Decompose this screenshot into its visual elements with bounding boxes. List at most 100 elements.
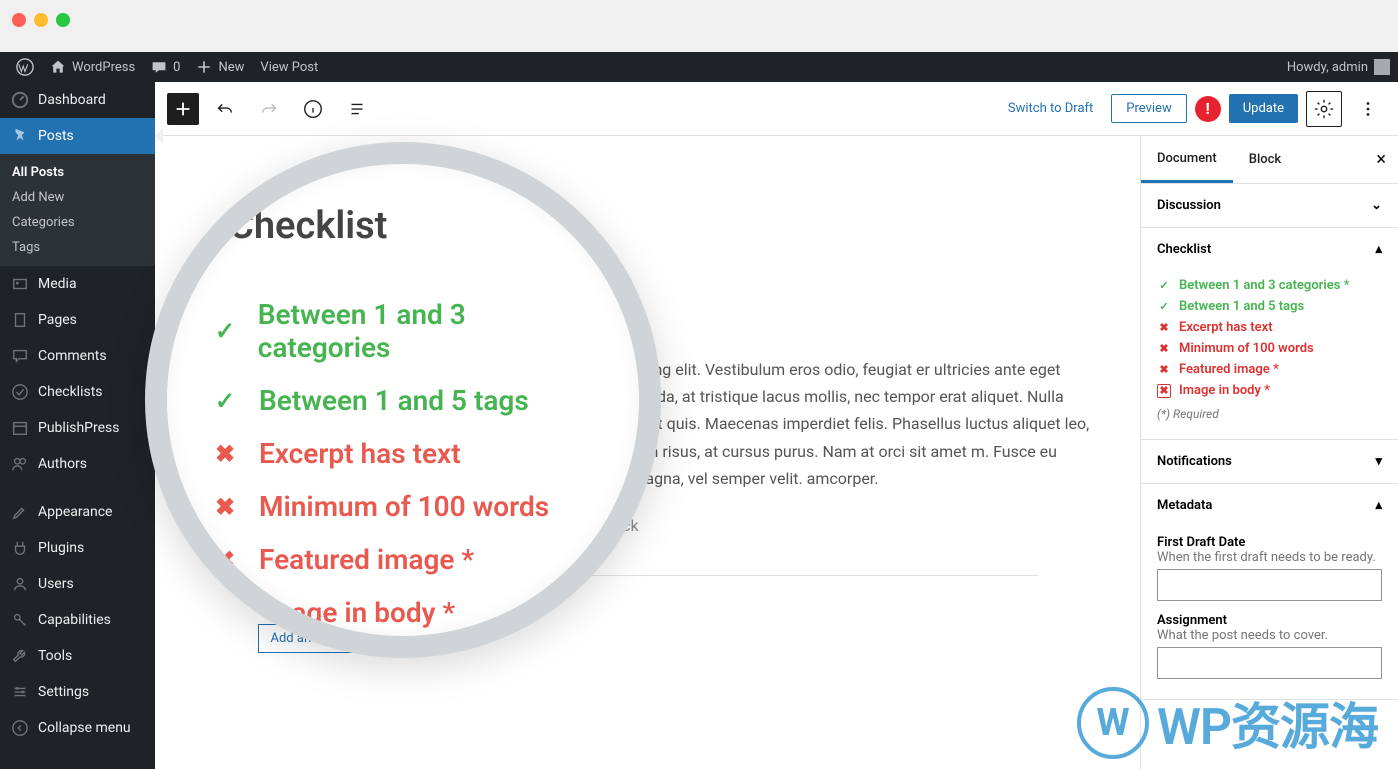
cross-icon: ✖: [215, 440, 245, 468]
sidebar-posts[interactable]: Posts: [0, 118, 155, 154]
user-icon: [10, 574, 30, 594]
checklist-item: ✓Between 1 and 3 categories *: [1157, 275, 1382, 296]
pin-icon: [10, 126, 30, 146]
sidebar-checklists[interactable]: Checklists: [0, 374, 155, 410]
submenu-add-new[interactable]: Add New: [0, 185, 155, 210]
first-draft-date-input[interactable]: [1157, 569, 1382, 601]
checklist-item-label: Minimum of 100 words: [1179, 341, 1314, 356]
checklist-item: ✖Image in body *: [1157, 380, 1382, 401]
sidebar-comments[interactable]: Comments: [0, 338, 155, 374]
checklist-alert-badge[interactable]: !: [1195, 96, 1221, 122]
submenu-tags[interactable]: Tags: [0, 235, 155, 260]
minimize-window[interactable]: [34, 13, 48, 27]
comments-icon: [10, 346, 30, 366]
redo-button[interactable]: [251, 91, 287, 127]
magnified-checklist-item: ✓Between 1 and 5 tags: [215, 374, 591, 427]
assignment-desc: What the post needs to cover.: [1157, 628, 1382, 643]
sidebar-publishpress[interactable]: PublishPress: [0, 410, 155, 446]
sidebar-settings[interactable]: Settings: [0, 674, 155, 710]
panel-checklist-toggle[interactable]: Checklist▴: [1141, 228, 1398, 271]
checklist-item: ✖Featured image *: [1157, 359, 1382, 380]
brush-icon: [10, 502, 30, 522]
new-content[interactable]: New: [188, 59, 252, 75]
undo-icon: [214, 98, 236, 120]
update-button[interactable]: Update: [1229, 94, 1298, 123]
dots-icon: [1357, 98, 1379, 120]
undo-button[interactable]: [207, 91, 243, 127]
chevron-up-icon: ▴: [1375, 498, 1382, 513]
checklist-magnifier: s! Checklist ✓Between 1 and 3 categories…: [145, 142, 661, 658]
users-label: Users: [38, 576, 74, 592]
first-draft-date-label: First Draft Date: [1157, 535, 1382, 550]
sidebar-capabilities[interactable]: Capabilities: [0, 602, 155, 638]
close-settings[interactable]: ×: [1364, 149, 1398, 170]
magnified-item-label: Minimum of 100 words: [259, 490, 549, 523]
pages-icon: [10, 310, 30, 330]
chevron-down-icon: ▾: [1375, 454, 1382, 469]
redo-icon: [258, 98, 280, 120]
assignment-input[interactable]: [1157, 647, 1382, 679]
panel-metadata-toggle[interactable]: Metadata ▴: [1141, 484, 1398, 527]
outline-button[interactable]: [339, 91, 375, 127]
submenu-categories[interactable]: Categories: [0, 210, 155, 235]
sidebar-users[interactable]: Users: [0, 566, 155, 602]
magnified-item-label: Image in body *: [259, 596, 455, 629]
sidebar-plugins[interactable]: Plugins: [0, 530, 155, 566]
magnified-checklist-item: ✖Minimum of 100 words: [215, 480, 591, 533]
settings-toggle[interactable]: [1306, 91, 1342, 127]
sidebar-tools[interactable]: Tools: [0, 638, 155, 674]
maximize-window[interactable]: [56, 13, 70, 27]
plus-icon: [196, 59, 212, 75]
capabilities-label: Capabilities: [38, 612, 111, 628]
check-icon: ✓: [1157, 300, 1171, 314]
check-icon: ✓: [1157, 279, 1171, 293]
wp-logo[interactable]: [8, 58, 42, 76]
comments-count-value: 0: [173, 60, 180, 75]
more-menu[interactable]: [1350, 91, 1386, 127]
sidebar-dashboard[interactable]: Dashboard: [0, 82, 155, 118]
info-button[interactable]: [295, 91, 331, 127]
switch-to-draft[interactable]: Switch to Draft: [998, 95, 1103, 122]
editor-toolbar: Switch to Draft Preview ! Update: [155, 82, 1398, 136]
sidebar-authors[interactable]: Authors: [0, 446, 155, 482]
panel-notifications-toggle[interactable]: Notifications ▾: [1141, 440, 1398, 483]
chevron-down-icon: ⌄: [1371, 198, 1382, 213]
magnified-checklist-item: ✖ Excerpt has text: [215, 427, 591, 480]
plug-icon: [10, 538, 30, 558]
howdy-text[interactable]: Howdy, admin: [1287, 60, 1368, 75]
calendar-icon: [10, 418, 30, 438]
users-icon: [10, 454, 30, 474]
panel-discussion-toggle[interactable]: Discussion ⌄: [1141, 184, 1398, 227]
user-avatar[interactable]: [1374, 59, 1390, 75]
close-window[interactable]: [12, 13, 26, 27]
add-block-button[interactable]: [167, 93, 199, 125]
admin-sidebar: Dashboard Posts All Posts Add New Catego…: [0, 82, 155, 769]
preview-button[interactable]: Preview: [1111, 94, 1186, 123]
magnified-item-label: Featured image *: [259, 543, 474, 576]
sidebar-media[interactable]: Media: [0, 266, 155, 302]
discussion-label: Discussion: [1157, 198, 1221, 213]
magnified-item-label: Excerpt has text: [259, 437, 461, 470]
checklist-item: ✓Between 1 and 5 tags: [1157, 296, 1382, 317]
view-post[interactable]: View Post: [252, 60, 326, 75]
panel-discussion: Discussion ⌄: [1141, 184, 1398, 228]
collapse-label: Collapse menu: [38, 720, 131, 736]
site-name[interactable]: WordPress: [42, 59, 143, 75]
sidebar-collapse[interactable]: Collapse menu: [0, 710, 155, 746]
comments-count[interactable]: 0: [143, 59, 188, 75]
dashboard-label: Dashboard: [38, 92, 106, 108]
metadata-label: Metadata: [1157, 498, 1212, 513]
gear-icon: [1313, 98, 1335, 120]
window-traffic-lights[interactable]: [12, 13, 70, 27]
key-icon: [10, 610, 30, 630]
block-placeholder[interactable]: e a block: [575, 516, 1100, 535]
sidebar-appearance[interactable]: Appearance: [0, 494, 155, 530]
comments-label: Comments: [38, 348, 107, 364]
magnified-title-fragment: s!: [586, 224, 613, 264]
tab-block[interactable]: Block: [1233, 136, 1297, 183]
tab-document[interactable]: Document: [1141, 136, 1233, 183]
sidebar-pages[interactable]: Pages: [0, 302, 155, 338]
notifications-label: Notifications: [1157, 454, 1232, 469]
submenu-all-posts[interactable]: All Posts: [0, 160, 155, 185]
checklist-item-label: Image in body *: [1179, 383, 1270, 398]
